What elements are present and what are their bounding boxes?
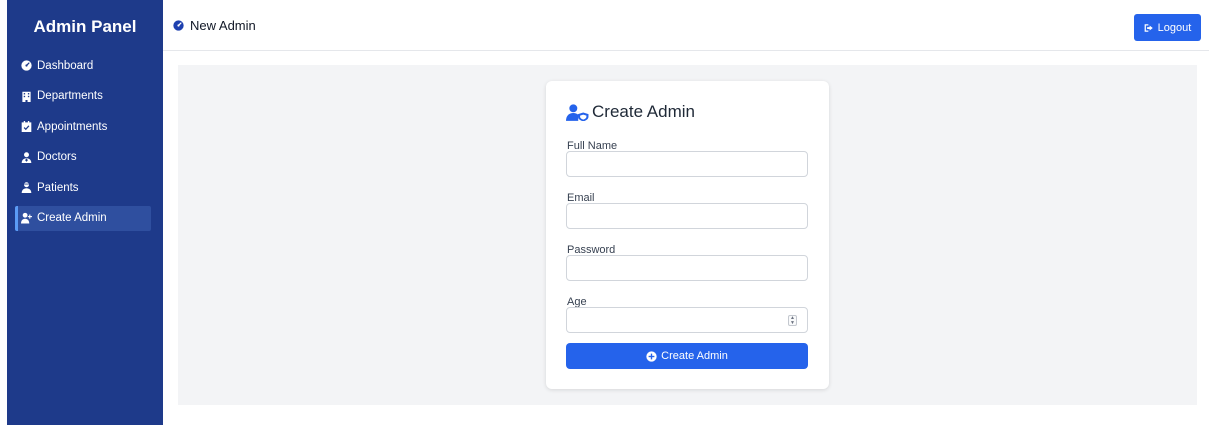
sidebar-item-label: Appointments — [37, 120, 108, 133]
user-doctor-icon — [21, 151, 32, 163]
gauge-icon — [173, 20, 184, 31]
create-admin-button[interactable]: Create Admin — [566, 343, 808, 369]
sidebar-item-patients[interactable]: Patients — [15, 175, 151, 200]
chevron-down-icon[interactable]: ▼ — [790, 321, 795, 326]
user-injured-icon — [21, 182, 32, 193]
sidebar-item-departments[interactable]: Departments — [15, 84, 151, 109]
sidebar-item-doctors[interactable]: Doctors — [15, 145, 151, 170]
main-content: Create Admin Full Name Email Password Ag… — [178, 65, 1197, 405]
create-admin-card: Create Admin Full Name Email Password Ag… — [546, 81, 829, 389]
sidebar-item-dashboard[interactable]: Dashboard — [15, 53, 151, 78]
user-shield-icon — [566, 103, 589, 121]
sidebar-item-label: Dashboard — [37, 59, 94, 72]
age-input[interactable]: ▲ ▼ — [566, 307, 808, 333]
sidebar-item-appointments[interactable]: Appointments — [15, 114, 151, 139]
email-input[interactable] — [566, 203, 808, 229]
sign-out-icon — [1144, 23, 1153, 32]
form-title-text: Create Admin — [592, 102, 695, 121]
logout-button[interactable]: Logout — [1134, 14, 1201, 41]
full-name-input[interactable] — [566, 151, 808, 177]
password-input[interactable] — [566, 255, 808, 281]
sidebar-item-label: Doctors — [37, 151, 77, 163]
user-plus-icon — [21, 212, 32, 224]
create-admin-button-label: Create Admin — [661, 350, 728, 362]
sidebar-item-label: Patients — [37, 181, 79, 194]
sidebar-item-create-admin[interactable]: Create Admin — [15, 205, 151, 231]
sidebar-item-label: Create Admin — [37, 212, 107, 224]
page-title: New Admin — [173, 18, 256, 33]
calendar-check-icon — [21, 121, 32, 132]
dashboard-icon — [21, 60, 32, 71]
page-title-text: New Admin — [190, 18, 256, 33]
age-stepper[interactable]: ▲ ▼ — [788, 315, 797, 326]
form-title: Create Admin — [566, 102, 695, 122]
sidebar-nav: Dashboard Departments Appointments Docto… — [7, 53, 163, 231]
building-icon — [21, 91, 32, 102]
brand-title: Admin Panel — [33, 16, 137, 36]
sidebar: Admin Panel Dashboard Departments Appoin… — [7, 0, 163, 425]
plus-circle-icon — [646, 350, 657, 362]
top-bar: New Admin Logout — [163, 0, 1209, 51]
sidebar-item-label: Departments — [37, 90, 103, 102]
logout-label: Logout — [1157, 21, 1192, 34]
